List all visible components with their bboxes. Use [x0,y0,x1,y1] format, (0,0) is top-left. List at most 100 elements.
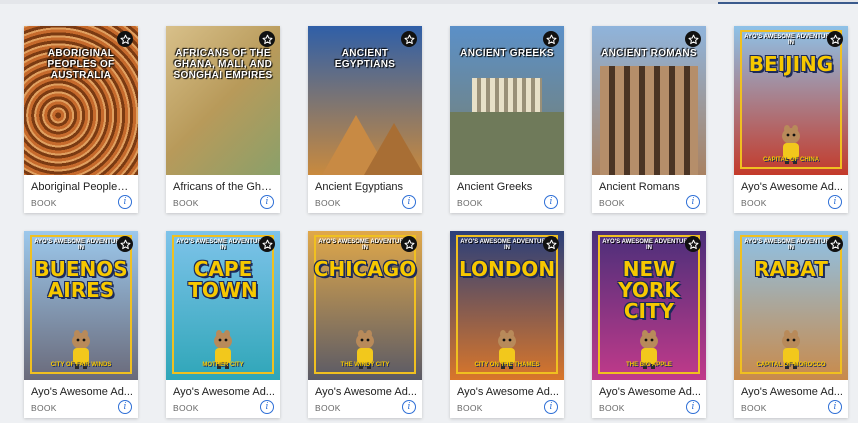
cover-subtitle: CAPITAL OF CHINA [762,157,820,163]
favorite-star-icon[interactable] [685,31,701,47]
book-type-label: BOOK [315,198,341,208]
info-icon[interactable]: i [118,400,132,414]
book-card[interactable]: AFRICANS OF THE GHANA, MALI, AND SONGHAI… [166,26,280,213]
favorite-star-icon[interactable] [401,31,417,47]
cover-title: ABORIGINAL PEOPLES OF AUSTRALIA [47,48,115,81]
book-cover[interactable]: ABORIGINAL PEOPLES OF AUSTRALIA [24,26,138,175]
cover-subtitle: CAPITAL OF MOROCCO [756,362,826,368]
cover-subtitle: THE WINDY CITY [340,362,390,368]
book-card[interactable]: AYO'S AWESOME ADVENTURES IN LONDON CITY ON… [450,231,564,418]
book-cover[interactable]: AYO'S AWESOME ADVENTURES IN BUENOS AIRES C… [24,231,138,380]
book-cover[interactable]: AYO'S AWESOME ADVENTURES IN RABAT CAPITAL … [734,231,848,380]
book-card[interactable]: ANCIENT ROMANS Ancient Romans BOOK i [592,26,706,213]
book-type-label: BOOK [173,403,199,413]
book-title[interactable]: Ayo's Awesome Ad... [741,181,843,193]
book-type-label: BOOK [599,403,625,413]
cover-title: AFRICANS OF THE GHANA, MALI, AND SONGHAI… [173,48,273,81]
top-divider [0,0,858,4]
book-cover[interactable]: AYO'S AWESOME ADVENTURES IN BEIJING CAPITA… [734,26,848,175]
favorite-star-icon[interactable] [117,236,133,252]
book-title[interactable]: Ancient Romans [599,181,701,193]
book-card[interactable]: AYO'S AWESOME ADVENTURES IN CAPE TOWN MOTH… [166,231,280,418]
info-icon[interactable]: i [260,400,274,414]
favorite-star-icon[interactable] [827,31,843,47]
book-cover[interactable]: AYO'S AWESOME ADVENTURES IN CAPE TOWN MOTH… [166,231,280,380]
cover-subtitle: CITY ON THE THAMES [474,362,540,368]
book-title[interactable]: Africans of the Gha... [173,181,275,193]
book-type-label: BOOK [457,403,483,413]
cover-series: AYO'S AWESOME ADVENTURES IN [318,239,412,251]
cover-title: ANCIENT ROMANS [601,48,697,59]
favorite-star-icon[interactable] [259,31,275,47]
book-card[interactable]: AYO'S AWESOME ADVENTURES IN BUENOS AIRES C… [24,231,138,418]
book-cover[interactable]: ANCIENT ROMANS [592,26,706,175]
book-title[interactable]: Ayo's Awesome Ad... [741,386,843,398]
book-title[interactable]: Ancient Egyptians [315,181,417,193]
book-cover[interactable]: AYO'S AWESOME ADVENTURES IN CHICAGO THE WI… [308,231,422,380]
book-type-label: BOOK [457,198,483,208]
book-cover[interactable]: AYO'S AWESOME ADVENTURES IN NEW YORK CITY… [592,231,706,380]
cover-title: RABAT [754,257,828,281]
book-type-label: BOOK [31,403,57,413]
book-title[interactable]: Ayo's Awesome Ad... [315,386,417,398]
cover-series: AYO'S AWESOME ADVENTURES IN [744,239,838,251]
info-icon[interactable]: i [828,195,842,209]
cover-subtitle: THE BIG APPLE [626,362,672,368]
favorite-star-icon[interactable] [685,236,701,252]
info-icon[interactable]: i [686,195,700,209]
book-card[interactable]: ABORIGINAL PEOPLES OF AUSTRALIA Aborigina… [24,26,138,213]
cover-subtitle: CITY OF FAIR WINDS [50,362,112,368]
cover-title: LONDON [458,257,556,281]
info-icon[interactable]: i [118,195,132,209]
book-title[interactable]: Ayo's Awesome Ad... [457,386,559,398]
info-icon[interactable]: i [828,400,842,414]
cover-subtitle: MOTHER CITY [202,362,244,368]
cover-title: NEW YORK CITY [618,257,680,323]
book-card[interactable]: AYO'S AWESOME ADVENTURES IN RABAT CAPITAL … [734,231,848,418]
info-icon[interactable]: i [544,400,558,414]
book-type-label: BOOK [173,198,199,208]
book-grid: ABORIGINAL PEOPLES OF AUSTRALIA Aborigina… [24,26,848,418]
cover-title: CHICAGO [313,257,417,281]
book-title[interactable]: Ayo's Awesome Ad... [599,386,701,398]
favorite-star-icon[interactable] [827,236,843,252]
cover-title: ANCIENT EGYPTIANS [334,48,396,70]
favorite-star-icon[interactable] [543,236,559,252]
book-title[interactable]: Aboriginal Peoples ... [31,181,133,193]
book-card[interactable]: ANCIENT GREEKS Ancient Greeks BOOK i [450,26,564,213]
info-icon[interactable]: i [686,400,700,414]
book-card[interactable]: AYO'S AWESOME ADVENTURES IN NEW YORK CITY… [592,231,706,418]
book-title[interactable]: Ayo's Awesome Ad... [173,386,275,398]
book-type-label: BOOK [31,198,57,208]
cover-title: ANCIENT GREEKS [460,48,554,59]
cover-series: AYO'S AWESOME ADVENTURES IN [176,239,270,251]
favorite-star-icon[interactable] [259,236,275,252]
cover-series: AYO'S AWESOME ADVENTURES IN [34,239,128,251]
book-cover[interactable]: ANCIENT EGYPTIANS [308,26,422,175]
info-icon[interactable]: i [402,195,416,209]
book-card[interactable]: ANCIENT EGYPTIANS Ancient Egyptians BOOK i [308,26,422,213]
book-type-label: BOOK [599,198,625,208]
cover-title: BEIJING [748,52,834,76]
info-icon[interactable]: i [402,400,416,414]
book-card[interactable]: AYO'S AWESOME ADVENTURES IN BEIJING CAPITA… [734,26,848,213]
book-title[interactable]: Ancient Greeks [457,181,559,193]
favorite-star-icon[interactable] [401,236,417,252]
cover-title: CAPE TOWN [188,257,258,302]
book-cover[interactable]: AYO'S AWESOME ADVENTURES IN LONDON CITY ON… [450,231,564,380]
book-cover[interactable]: ANCIENT GREEKS [450,26,564,175]
book-cover[interactable]: AFRICANS OF THE GHANA, MALI, AND SONGHAI… [166,26,280,175]
cover-series: AYO'S AWESOME ADVENTURES IN [602,239,696,251]
book-type-label: BOOK [741,403,767,413]
info-icon[interactable]: i [260,195,274,209]
favorite-star-icon[interactable] [543,31,559,47]
cover-series: AYO'S AWESOME ADVENTURES IN [744,34,838,46]
favorite-star-icon[interactable] [117,31,133,47]
book-card[interactable]: AYO'S AWESOME ADVENTURES IN CHICAGO THE WI… [308,231,422,418]
info-icon[interactable]: i [544,195,558,209]
book-type-label: BOOK [741,198,767,208]
top-accent-bar [718,2,858,4]
book-type-label: BOOK [315,403,341,413]
cover-series: AYO'S AWESOME ADVENTURES IN [460,239,554,251]
book-title[interactable]: Ayo's Awesome Ad... [31,386,133,398]
